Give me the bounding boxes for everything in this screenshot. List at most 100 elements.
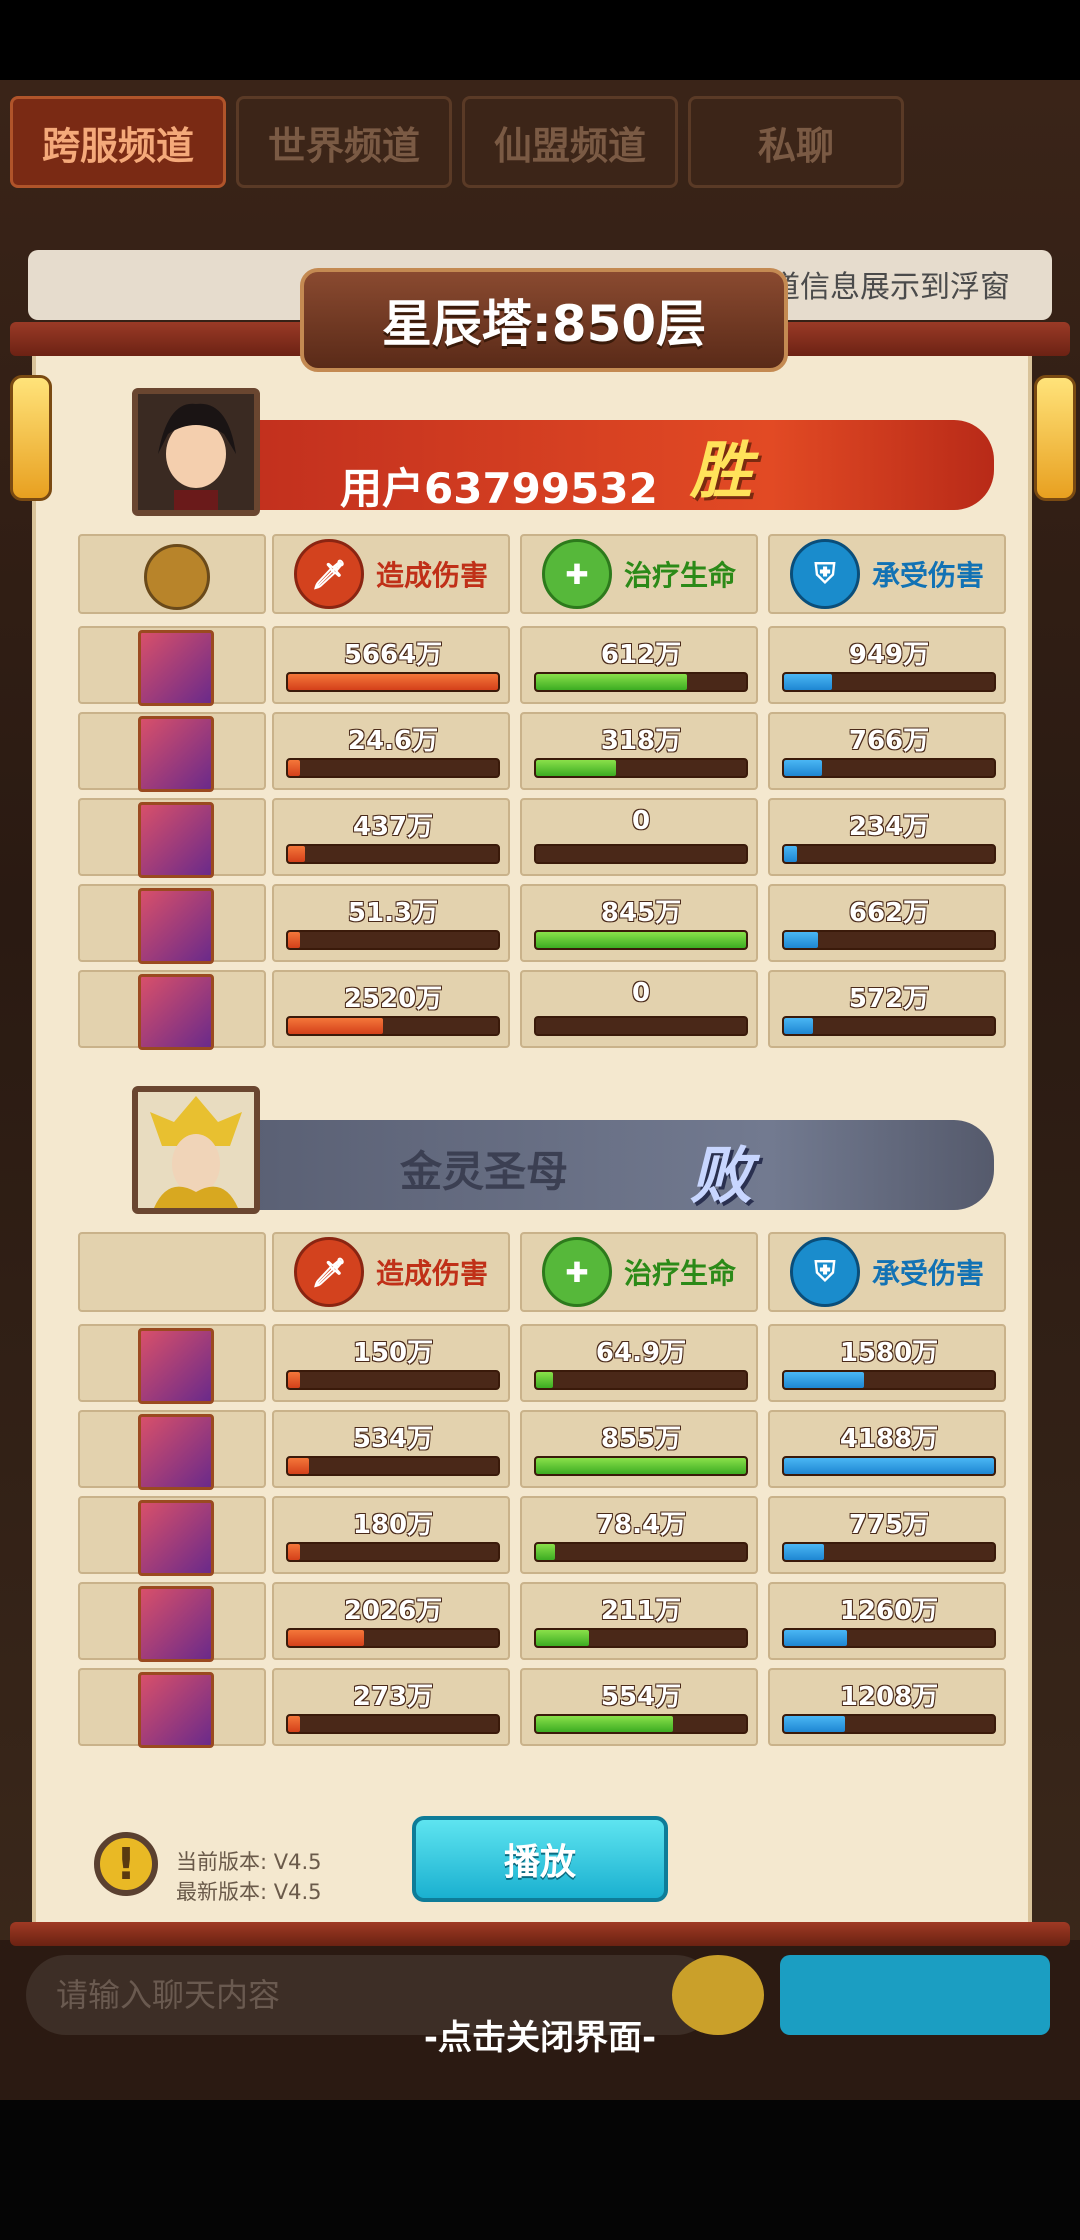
stat-cell-damage: 2520万 bbox=[272, 970, 510, 1048]
winner-portrait-icon bbox=[138, 394, 254, 510]
hero-portrait-cell bbox=[78, 1496, 266, 1576]
tab-alliance[interactable]: 仙盟频道 bbox=[462, 96, 678, 188]
hero-portrait-cell bbox=[78, 970, 266, 1050]
warning-icon[interactable]: ! bbox=[94, 1832, 158, 1896]
latest-version: 最新版本: V4.5 bbox=[176, 1880, 322, 1904]
tab-cross-server[interactable]: 跨服频道 bbox=[10, 96, 226, 188]
damage-bar bbox=[286, 1542, 500, 1562]
stat-cell-heal: 0 bbox=[520, 970, 758, 1048]
heal-bar-fill bbox=[536, 1372, 553, 1388]
taken-bar-fill bbox=[784, 760, 822, 776]
taken-value: 766万 bbox=[848, 726, 930, 756]
current-version: 当前版本: V4.5 bbox=[176, 1850, 322, 1874]
taken-bar-fill bbox=[784, 1544, 824, 1560]
damage-header-label: 造成伤害 bbox=[375, 1257, 488, 1290]
damage-bar bbox=[286, 672, 500, 692]
damage-icon: 🗡 bbox=[293, 539, 364, 609]
damage-value: 51.3万 bbox=[347, 898, 439, 928]
hero-portrait-cell bbox=[78, 1410, 266, 1490]
heal-bar bbox=[534, 1456, 748, 1476]
taken-bar bbox=[782, 930, 996, 950]
shield-icon: ⛨ bbox=[789, 1237, 860, 1307]
heal-bar-fill bbox=[536, 1544, 555, 1560]
heal-icon: ✚ bbox=[541, 1237, 612, 1307]
heal-bar bbox=[534, 1016, 748, 1036]
hero-portrait-cell bbox=[78, 1324, 266, 1404]
hero-portrait-cell bbox=[78, 1582, 266, 1662]
stat-cell-taken: 1208万 bbox=[768, 1668, 1006, 1746]
damage-value: 2026万 bbox=[343, 1596, 443, 1626]
tab-private-chat[interactable]: 私聊 bbox=[688, 96, 904, 188]
hero-portrait-cell bbox=[78, 1668, 266, 1748]
stat-cell-heal: 0 bbox=[520, 798, 758, 876]
damage-bar-fill bbox=[288, 1018, 383, 1034]
heal-value: 0 bbox=[631, 978, 651, 1008]
heal-bar-fill bbox=[536, 674, 688, 690]
heal-value: 612万 bbox=[600, 640, 682, 670]
taken-value: 1580万 bbox=[839, 1338, 939, 1368]
taken-value: 1208万 bbox=[839, 1682, 939, 1712]
hero-portrait-cell bbox=[78, 798, 266, 878]
stat-cell-heal: 612万 bbox=[520, 626, 758, 704]
heal-bar-fill bbox=[536, 760, 616, 776]
taken-bar-fill bbox=[784, 846, 797, 862]
stat-cell-damage: 437万 bbox=[272, 798, 510, 876]
damage-value: 534万 bbox=[352, 1424, 434, 1454]
header-taken: ⛨ 承受伤害 bbox=[768, 1232, 1006, 1312]
heal-bar bbox=[534, 1628, 748, 1648]
damage-bar-fill bbox=[288, 932, 300, 948]
stat-cell-damage: 2026万 bbox=[272, 1582, 510, 1660]
hero-portrait-icon bbox=[138, 802, 214, 878]
damage-bar-fill bbox=[288, 1544, 300, 1560]
hero-portrait-icon bbox=[138, 1586, 214, 1662]
taken-value: 662万 bbox=[848, 898, 930, 928]
taken-bar bbox=[782, 1542, 996, 1562]
winner-avatar bbox=[132, 388, 260, 516]
heal-value: 64.9万 bbox=[595, 1338, 687, 1368]
taken-bar bbox=[782, 1714, 996, 1734]
hero-portrait-icon bbox=[138, 1500, 214, 1576]
hero-portrait-cell bbox=[78, 712, 266, 792]
heal-bar-fill bbox=[536, 1458, 746, 1474]
damage-bar bbox=[286, 1628, 500, 1648]
stat-cell-taken: 775万 bbox=[768, 1496, 1006, 1574]
loser-banner bbox=[250, 1120, 994, 1210]
loser-avatar bbox=[132, 1086, 260, 1214]
taken-bar bbox=[782, 1628, 996, 1648]
heal-bar bbox=[534, 1714, 748, 1734]
stat-cell-damage: 51.3万 bbox=[272, 884, 510, 962]
tab-world[interactable]: 世界频道 bbox=[236, 96, 452, 188]
damage-icon: 🗡 bbox=[293, 1237, 364, 1307]
heal-value: 78.4万 bbox=[595, 1510, 687, 1540]
stat-cell-damage: 534万 bbox=[272, 1410, 510, 1488]
taken-header-label: 承受伤害 bbox=[871, 559, 984, 592]
damage-bar-fill bbox=[288, 1458, 309, 1474]
stat-cell-damage: 273万 bbox=[272, 1668, 510, 1746]
play-button[interactable]: 播放 bbox=[412, 1816, 668, 1902]
stat-cell-taken: 4188万 bbox=[768, 1410, 1006, 1488]
lose-mark: 败 bbox=[690, 1139, 753, 1212]
stat-cell-taken: 234万 bbox=[768, 798, 1006, 876]
stat-cell-heal: 318万 bbox=[520, 712, 758, 790]
heal-header-label: 治疗生命 bbox=[623, 1257, 736, 1290]
damage-header-label: 造成伤害 bbox=[375, 559, 488, 592]
shield-icon: ⛨ bbox=[789, 539, 860, 609]
damage-bar bbox=[286, 930, 500, 950]
battle-title: 星辰塔:850层 bbox=[300, 268, 788, 372]
heal-bar-fill bbox=[536, 932, 746, 948]
taken-bar bbox=[782, 1456, 996, 1476]
taken-header-label: 承受伤害 bbox=[871, 1257, 984, 1290]
hero-portrait-cell bbox=[78, 626, 266, 706]
taken-bar-fill bbox=[784, 1018, 814, 1034]
stat-cell-heal: 845万 bbox=[520, 884, 758, 962]
lantern-right bbox=[1034, 375, 1076, 501]
damage-bar-fill bbox=[288, 1716, 300, 1732]
stat-cell-heal: 64.9万 bbox=[520, 1324, 758, 1402]
win-mark: 胜 bbox=[690, 434, 753, 507]
heal-bar bbox=[534, 758, 748, 778]
stat-cell-damage: 150万 bbox=[272, 1324, 510, 1402]
hero-portrait-icon bbox=[138, 974, 214, 1050]
close-hint[interactable]: -点击关闭界面- bbox=[0, 2010, 1080, 2059]
damage-value: 180万 bbox=[352, 1510, 434, 1540]
taken-value: 775万 bbox=[848, 1510, 930, 1540]
